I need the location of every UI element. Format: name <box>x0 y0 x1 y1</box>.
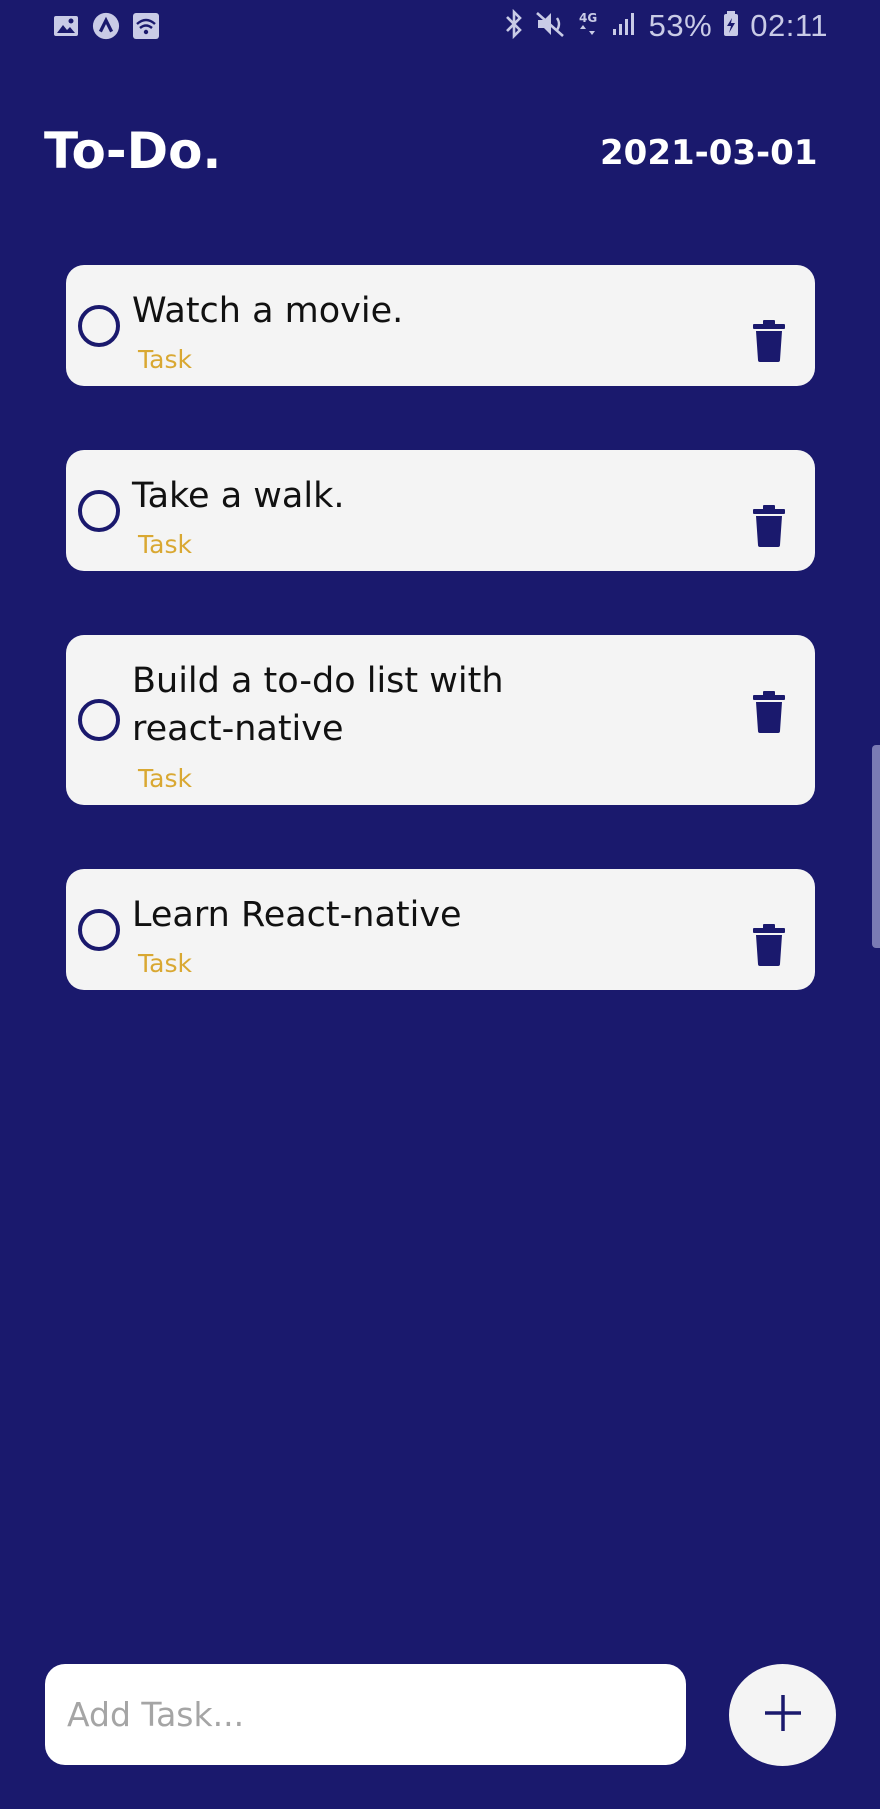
task-text: Build a to-do list with react-native <box>132 661 504 749</box>
mute-icon <box>535 9 567 43</box>
task-tag: Task <box>138 530 192 559</box>
task-item[interactable]: Learn React-native Task <box>66 869 815 990</box>
app-icon <box>92 12 120 40</box>
task-text: Take a walk. <box>132 476 345 516</box>
task-checkbox[interactable] <box>78 909 120 951</box>
task-checkbox[interactable] <box>78 490 120 532</box>
add-task-button[interactable] <box>729 1664 836 1766</box>
add-task-input[interactable] <box>45 1664 686 1765</box>
task-checkbox[interactable] <box>78 699 120 741</box>
scrollbar-thumb[interactable] <box>872 745 880 948</box>
trash-icon[interactable] <box>753 320 785 362</box>
task-item[interactable]: Watch a movie. Task <box>66 265 815 386</box>
task-tag: Task <box>138 345 192 374</box>
task-text: Watch a movie. <box>132 291 404 331</box>
status-right: 4G 53% 02:11 <box>503 8 828 44</box>
task-item[interactable]: Build a to-do list with react-native Tas… <box>66 635 815 805</box>
task-tag: Task <box>138 949 192 978</box>
battery-percent: 53% <box>648 8 713 43</box>
task-tag: Task <box>138 764 192 793</box>
status-left <box>52 12 160 40</box>
trash-icon[interactable] <box>753 505 785 547</box>
svg-text:4G: 4G <box>579 11 597 25</box>
page-title: To-Do. <box>44 122 222 180</box>
trash-icon[interactable] <box>753 691 785 733</box>
clock-time: 02:11 <box>750 8 828 43</box>
header-date: 2021-03-01 <box>600 133 818 173</box>
4g-icon: 4G <box>577 9 601 43</box>
status-bar: 4G 53% 02:11 <box>0 0 880 54</box>
battery-icon <box>722 9 740 43</box>
image-icon <box>52 12 80 40</box>
wifi-icon <box>132 12 160 40</box>
task-checkbox[interactable] <box>78 305 120 347</box>
signal-icon <box>611 9 639 43</box>
task-item[interactable]: Take a walk. Task <box>66 450 815 571</box>
task-text: Learn React-native <box>132 895 462 935</box>
trash-icon[interactable] <box>753 924 785 966</box>
plus-icon <box>763 1693 803 1737</box>
bluetooth-icon <box>503 8 525 43</box>
